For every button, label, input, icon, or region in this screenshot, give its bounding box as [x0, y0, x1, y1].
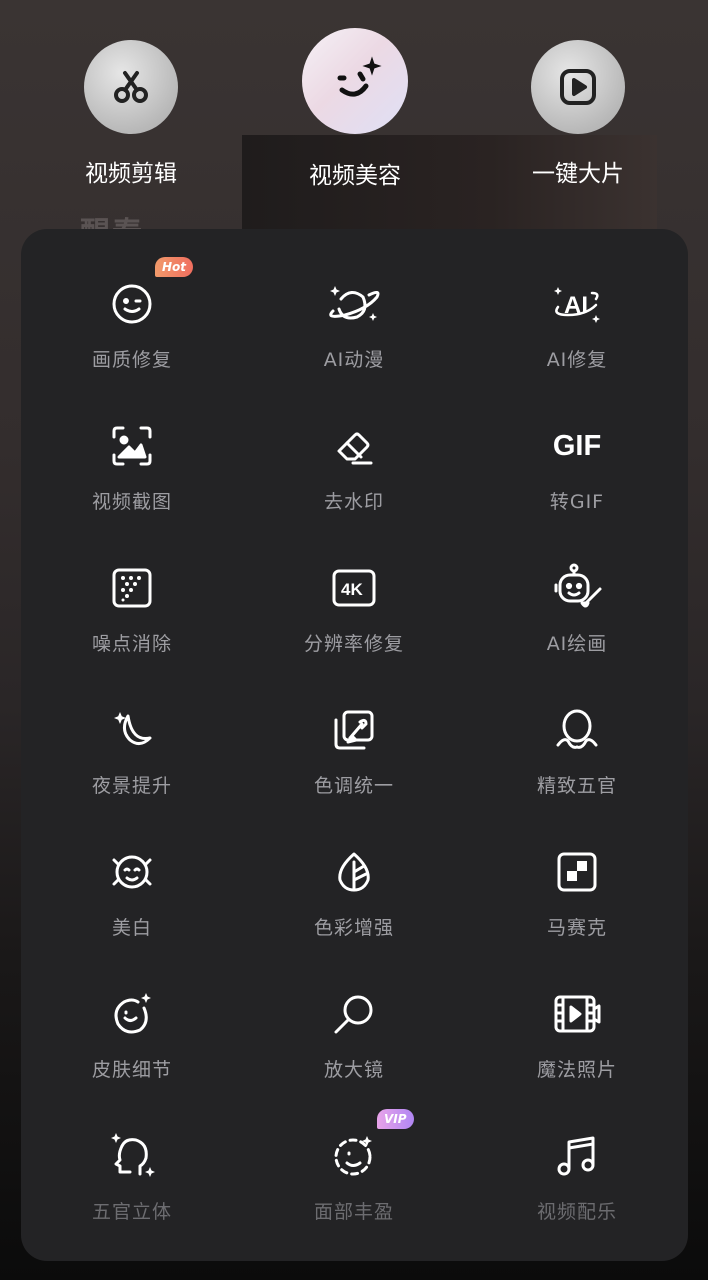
feature-item[interactable]: 马赛克	[466, 801, 688, 943]
feature-label: 画质修复	[91, 349, 172, 371]
feature-label: 魔法照片	[536, 1059, 617, 1081]
feature-item[interactable]: AI动漫	[243, 233, 465, 375]
feature-item[interactable]: 视频配乐	[466, 1085, 688, 1227]
film-play-icon	[554, 993, 601, 1035]
feature-item[interactable]: 魔法照片	[466, 943, 688, 1085]
planet-sparkle-icon	[329, 283, 380, 325]
feature-label: 分辨率修复	[303, 633, 404, 655]
feature-label: 色彩增强	[313, 917, 394, 939]
glow-face-icon	[111, 851, 153, 893]
feature-label: 转GIF	[549, 491, 605, 513]
music-note-icon	[556, 1135, 598, 1177]
scissors-icon	[84, 40, 178, 134]
feature-item[interactable]: AI绘画	[466, 517, 688, 659]
ai-ring-icon: AI	[554, 283, 600, 325]
feature-item[interactable]: 色调统一	[243, 659, 465, 801]
feature-label: 色调统一	[313, 775, 394, 797]
mosaic-icon	[556, 851, 598, 893]
feature-item[interactable]: 噪点消除	[21, 517, 243, 659]
face-outline-icon	[556, 709, 598, 751]
dashed-face-icon	[333, 1135, 375, 1177]
feature-label: 去水印	[323, 491, 384, 513]
dots-square-icon	[111, 567, 153, 609]
smile-sparkle-icon	[111, 993, 153, 1035]
feature-item[interactable]: VIP 面部丰盈	[243, 1085, 465, 1227]
play-square-icon	[531, 40, 625, 134]
feature-item[interactable]: AI AI修复	[466, 233, 688, 375]
feature-item[interactable]: GIF 转GIF	[466, 375, 688, 517]
gif-icon: GIF	[552, 425, 602, 467]
feature-label: 夜景提升	[91, 775, 172, 797]
leaf-icon	[333, 851, 375, 893]
tab-label: 视频美容	[309, 163, 401, 189]
tab-label: 一键大片	[532, 161, 624, 187]
4k-icon: 4K	[332, 567, 376, 609]
feature-item[interactable]: 放大镜	[243, 943, 465, 1085]
feature-label: AI修复	[546, 349, 608, 371]
tab-video-edit[interactable]: 视频剪辑	[41, 40, 221, 188]
feature-item[interactable]: 去水印	[243, 375, 465, 517]
screenshot-frame-icon	[111, 425, 153, 467]
feature-item[interactable]: 4K 分辨率修复	[243, 517, 465, 659]
tab-video-beauty[interactable]: 视频美容	[265, 28, 445, 190]
feature-item[interactable]: 五官立体	[21, 1085, 243, 1227]
hot-badge: Hot	[155, 257, 194, 277]
feature-label: 马赛克	[546, 917, 607, 939]
feature-item[interactable]: 精致五官	[466, 659, 688, 801]
feature-item[interactable]: 皮肤细节	[21, 943, 243, 1085]
magnifier-icon	[333, 993, 375, 1035]
tab-label: 视频剪辑	[85, 161, 177, 187]
gif-icon-text: GIF	[552, 429, 602, 462]
feature-label: 噪点消除	[91, 633, 172, 655]
feature-item[interactable]: 视频截图	[21, 375, 243, 517]
wink-face-sparkle-icon	[302, 28, 408, 134]
feature-panel: Hot 画质修复 AI动漫 AI AI修复视频截图 去水印 GIF 转GIF 噪点消除 4K 分辨率…	[21, 229, 688, 1261]
robot-brush-icon	[554, 563, 602, 609]
feature-label: 放大镜	[323, 1059, 384, 1081]
feature-label: AI动漫	[323, 349, 385, 371]
feature-label: 视频配乐	[536, 1201, 617, 1223]
color-layers-icon	[333, 709, 375, 751]
feature-label: 精致五官	[536, 775, 617, 797]
eraser-icon	[333, 425, 375, 467]
feature-item[interactable]: Hot 画质修复	[21, 233, 243, 375]
feature-item[interactable]: 色彩增强	[243, 801, 465, 943]
feature-label: 面部丰盈	[313, 1201, 394, 1223]
wink-face-icon	[111, 283, 153, 325]
feature-label: AI绘画	[546, 633, 608, 655]
head-sparkle-icon	[111, 1133, 155, 1177]
feature-label: 皮肤细节	[91, 1059, 172, 1081]
feature-item[interactable]: 美白	[21, 801, 243, 943]
feature-label: 五官立体	[91, 1201, 172, 1223]
feature-item[interactable]: 夜景提升	[21, 659, 243, 801]
feature-label: 视频截图	[91, 491, 172, 513]
vip-badge: VIP	[377, 1109, 414, 1129]
feature-label: 美白	[111, 917, 152, 939]
svg-text:4K: 4K	[341, 580, 363, 599]
moon-sparkle-icon	[111, 709, 153, 751]
tab-one-click-film[interactable]: 一键大片	[488, 40, 668, 188]
